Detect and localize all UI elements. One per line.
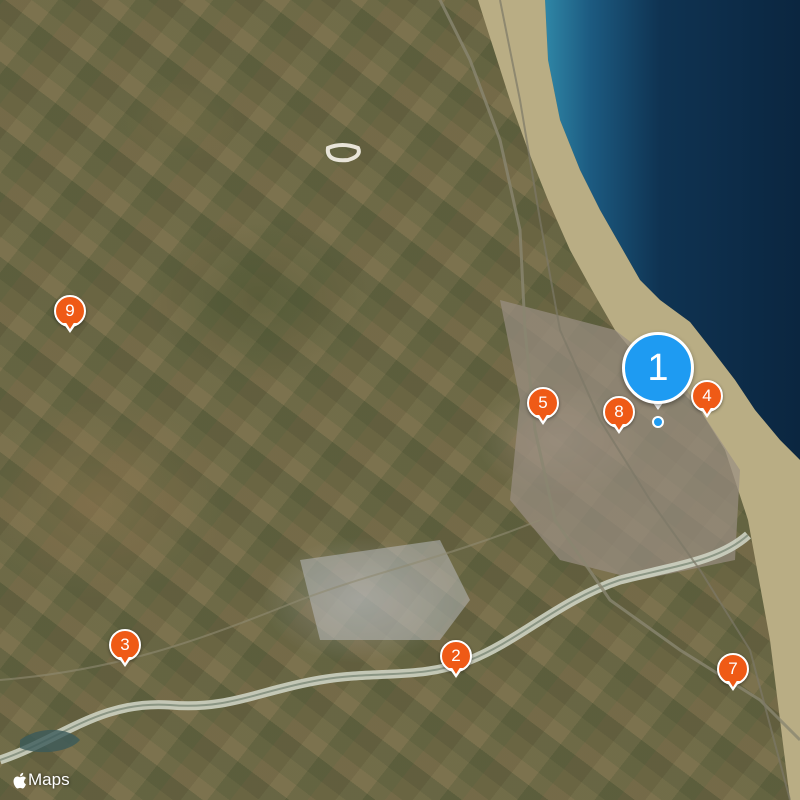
racetrack: [325, 143, 361, 163]
pin-pointer: [726, 679, 740, 691]
attribution-text: Maps: [28, 770, 70, 789]
map-pin-4[interactable]: 4: [689, 380, 725, 424]
map-pin-9[interactable]: 9: [52, 295, 88, 339]
map-pin-2[interactable]: 2: [438, 640, 474, 684]
pin-pointer: [612, 422, 626, 434]
apple-logo-icon: [13, 772, 26, 788]
map-pin-1-selected[interactable]: 1: [622, 332, 694, 404]
pin-pointer: [536, 413, 550, 425]
pin-pointer: [700, 406, 714, 418]
map-pin-7[interactable]: 7: [715, 653, 751, 697]
map-pin-3[interactable]: 3: [107, 629, 143, 673]
location-dot: [652, 416, 664, 428]
pin-label: 1: [647, 346, 669, 389]
pin-pointer: [449, 666, 463, 678]
sea-layer: [0, 0, 800, 800]
satellite-map[interactable]: 2 3 4 5 7 8 9 1 Maps: [0, 0, 800, 800]
lake: [20, 729, 80, 753]
pin-pointer: [118, 655, 132, 667]
map-pin-8[interactable]: 8: [601, 396, 637, 440]
maps-attribution[interactable]: Maps: [12, 770, 70, 790]
pin-pointer: [63, 321, 77, 333]
map-pin-5[interactable]: 5: [525, 387, 561, 431]
